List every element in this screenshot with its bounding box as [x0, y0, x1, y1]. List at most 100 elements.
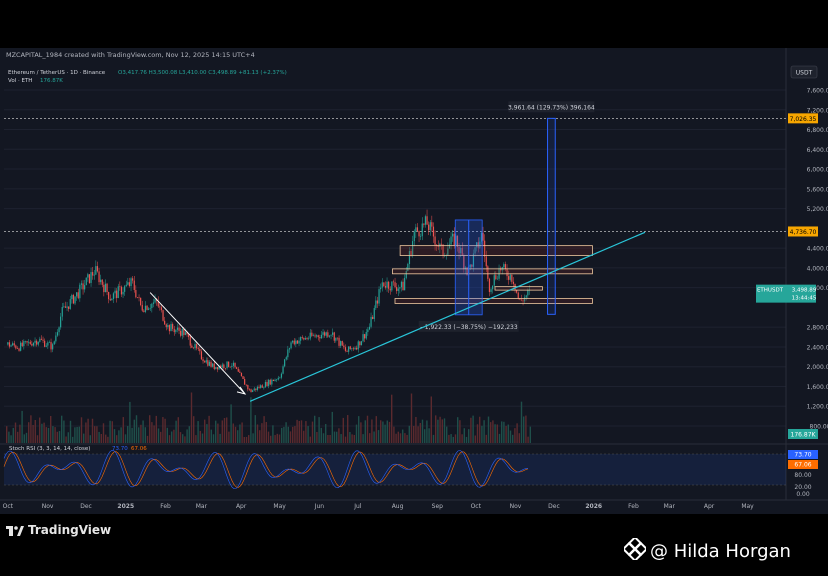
candle-body — [197, 348, 199, 350]
volume-bar — [138, 427, 140, 443]
volume-bar — [177, 417, 179, 443]
candle-body — [495, 275, 497, 280]
candle-body — [77, 292, 79, 299]
candle-body — [274, 379, 276, 381]
currency-label: USDT — [796, 70, 813, 77]
candle-body — [309, 332, 311, 339]
volume-bar — [212, 434, 215, 443]
candle-body — [170, 323, 172, 332]
candle-body — [276, 379, 278, 381]
candle-body — [428, 224, 430, 231]
volume-bar — [336, 431, 338, 443]
volume-bar — [322, 433, 325, 443]
volume-bar — [351, 434, 353, 443]
volume-bar — [492, 420, 494, 443]
volume-bar — [298, 420, 300, 443]
candle-body — [204, 361, 206, 363]
volume-bar — [261, 423, 263, 443]
candle-body — [496, 278, 499, 280]
support-resistance-zone — [494, 286, 543, 291]
candle-body — [380, 287, 382, 290]
volume-bar — [296, 419, 298, 443]
y-tick-label: 1,600.00 — [807, 384, 828, 391]
volume-bar — [14, 422, 17, 443]
volume-bar — [252, 433, 254, 443]
volume-bar — [120, 427, 122, 443]
candle-body — [308, 338, 310, 340]
candle-body — [215, 367, 217, 369]
candle-body — [362, 334, 364, 342]
volume-bar — [168, 435, 171, 443]
candle-body — [290, 342, 292, 349]
volume-bar — [474, 435, 476, 443]
tradingview-logo-icon — [6, 525, 24, 536]
projection-label: 3,961.64 (129.73%) 396,164 — [508, 104, 595, 111]
volume-bar — [201, 433, 204, 443]
candle-body — [356, 347, 358, 350]
candle-body — [141, 304, 143, 311]
candle-body — [317, 335, 319, 338]
candle-body — [508, 276, 510, 280]
candle-body — [52, 344, 54, 350]
volume-bar — [446, 426, 448, 443]
volume-bar — [129, 401, 131, 443]
volume-bar — [375, 416, 377, 443]
volume-bar — [274, 435, 276, 443]
candle-body — [429, 222, 431, 231]
volume-bar — [223, 417, 226, 443]
candle-body — [178, 327, 180, 331]
volume-bar — [399, 433, 402, 443]
candle-body — [44, 340, 46, 347]
candle-body — [205, 360, 207, 363]
volume-bar — [195, 435, 197, 443]
x-tick-label: Dec — [80, 503, 92, 510]
last-price-countdown: 13:44:45 — [792, 296, 817, 302]
price-chart[interactable]: 7,600.00 7,200.00 6,800.00 6,400.00 6,000.00… — [0, 48, 828, 514]
volume-bar — [12, 427, 14, 443]
volume-bar — [78, 426, 80, 443]
candle-body — [146, 305, 148, 310]
volume-bar — [65, 436, 67, 443]
volume-bar — [270, 435, 272, 443]
candle-body — [223, 364, 225, 369]
candle-body — [119, 286, 121, 287]
candle-body — [109, 299, 111, 301]
candle-body — [165, 324, 167, 328]
candle-body — [72, 294, 75, 304]
chart-area[interactable]: 7,600.00 7,200.00 6,800.00 6,400.00 6,000.00… — [0, 48, 828, 514]
projection-box — [547, 117, 556, 315]
candle-body — [18, 348, 20, 351]
volume-bar — [388, 421, 391, 443]
tradingview-logo[interactable]: TradingView — [6, 523, 111, 537]
volume-bar — [512, 434, 514, 443]
y-tick-label: 4,400.00 — [807, 246, 828, 253]
candle-body — [136, 297, 139, 298]
volume-bar — [393, 426, 395, 443]
candle-body — [192, 347, 195, 349]
candle-body — [122, 291, 124, 295]
downtrend-arrowhead — [236, 386, 247, 395]
indicator-d-badge-label: 67.06 — [794, 462, 811, 469]
candle-body — [194, 344, 196, 349]
volume-bar — [175, 420, 177, 443]
volume-bar — [135, 415, 138, 443]
volume-bar — [98, 431, 100, 443]
volume-bar — [520, 401, 523, 443]
volume-bar — [94, 426, 96, 443]
volume-bar — [382, 421, 384, 443]
key-level-label: 4,736.70 — [790, 229, 817, 236]
volume-bar — [149, 415, 151, 443]
volume-bar — [19, 424, 21, 443]
trend-line — [249, 231, 646, 402]
volume-bar — [468, 429, 470, 443]
indicator-k-badge-label: 73.70 — [794, 452, 811, 459]
volume-bar — [525, 415, 527, 443]
candle-body — [26, 341, 28, 343]
candle-body — [64, 306, 67, 308]
volume-bar — [96, 426, 98, 443]
x-tick-label: 2026 — [585, 503, 602, 510]
volume-bar — [124, 434, 127, 443]
candle-body — [357, 341, 359, 350]
volume-bar — [516, 423, 518, 443]
volume-bar — [87, 418, 89, 443]
